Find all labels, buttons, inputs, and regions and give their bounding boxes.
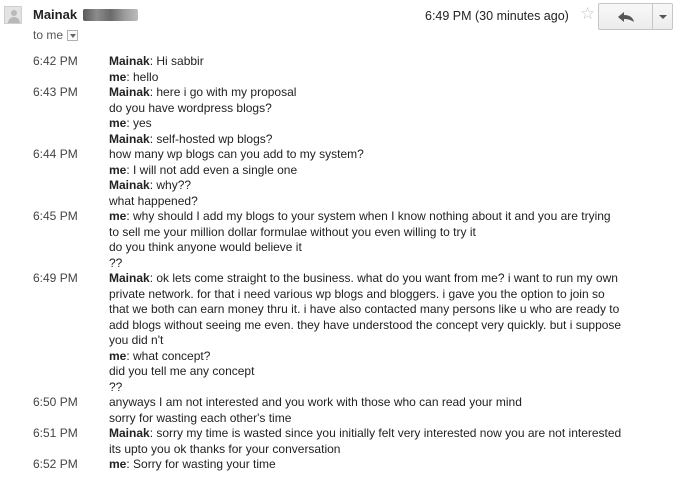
speaker-name: me [109, 348, 127, 363]
message-lines: me: Sorry for wasting your time [109, 457, 669, 473]
message-timestamp: 6:49 PM (30 minutes ago) [425, 9, 569, 23]
message-header: Mainak to me 6:49 PM (30 minutes ago) ☆ [0, 0, 678, 50]
line-text: to sell me your million dollar formulae … [109, 224, 476, 239]
to-label: to me [33, 28, 64, 42]
line-text: what happened? [109, 193, 198, 208]
avatar-body-shape [8, 17, 20, 23]
redacted-surname [83, 9, 138, 21]
line-text: how many wp blogs can you add to my syst… [109, 147, 364, 161]
chat-line: Mainak: ok lets come straight to the bus… [109, 271, 669, 287]
chat-line: add blogs without seeing me even. they h… [109, 318, 669, 334]
line-text: ?? [109, 255, 123, 270]
chevron-down-icon [658, 14, 667, 19]
speaker-name: Mainak [109, 131, 150, 146]
chat-line: did you tell me any concept [109, 364, 669, 380]
message-time: 6:49 PM [33, 271, 78, 285]
speaker-name: Mainak [109, 271, 150, 285]
line-text: : yes [126, 116, 152, 130]
line-text: : I will not add even a single one [126, 162, 298, 177]
message-lines: how many wp blogs can you add to my syst… [109, 147, 669, 209]
line-text: ?? [109, 379, 123, 394]
message-time: 6:52 PM [33, 457, 78, 471]
chat-line: that we both can earn money thru it. i h… [109, 302, 669, 318]
message-time: 6:45 PM [33, 209, 78, 223]
message-time: 6:42 PM [33, 54, 78, 68]
reply-arrow-icon [617, 11, 634, 22]
chat-line: sorry for wasting each other's time [109, 411, 669, 427]
chat-line: me: Sorry for wasting your time [109, 457, 669, 473]
speaker-name: me [109, 209, 127, 223]
line-text: : why should I add my blogs to your syst… [126, 209, 611, 223]
line-text: that we both can earn money thru it. i h… [109, 302, 620, 316]
line-text: private network. for that i need various… [109, 286, 605, 301]
chat-line: anyways I am not interested and you work… [109, 395, 669, 411]
message-lines: Mainak: here i go with my proposal do you… [109, 85, 669, 147]
chat-line: you did n't [109, 333, 669, 349]
message-time: 6:44 PM [33, 147, 78, 161]
chat-line: how many wp blogs can you add to my syst… [109, 147, 669, 163]
line-text: : Hi sabbir [149, 54, 204, 68]
speaker-name: Mainak [109, 85, 150, 99]
speaker-name: me [109, 457, 127, 471]
chat-line: what happened? [109, 194, 669, 210]
chat-line: me: I will not add even a single one [109, 163, 669, 179]
message-time: 6:43 PM [33, 85, 78, 99]
message-lines: me: why should I add my blogs to your sy… [109, 209, 669, 271]
chat-line: do you think anyone would believe it [109, 240, 669, 256]
message-lines: Mainak: Hi sabbir me: hello [109, 54, 669, 85]
chat-line: Mainak: sorry my time is wasted since yo… [109, 426, 669, 442]
chat-line: ?? [109, 256, 669, 272]
speaker-name: me [109, 69, 127, 84]
line-text: : Sorry for wasting your time [126, 457, 276, 471]
message-time: 6:51 PM [33, 426, 78, 440]
message-lines: Mainak: ok lets come straight to the bus… [109, 271, 669, 395]
reply-button[interactable] [599, 4, 653, 29]
line-text: its upto you ok thanks for your conversa… [109, 441, 341, 456]
chat-line: me: hello [109, 70, 669, 86]
speaker-name: Mainak [109, 426, 150, 440]
avatar[interactable] [4, 6, 22, 24]
chat-line: me: what concept? [109, 349, 669, 365]
star-icon[interactable]: ☆ [580, 5, 595, 23]
line-text: do you think anyone would believe it [109, 240, 302, 254]
sender-name[interactable]: Mainak [33, 7, 77, 23]
speaker-name: me [109, 116, 127, 130]
line-text: sorry for wasting each other's time [109, 410, 292, 425]
chat-line: its upto you ok thanks for your conversa… [109, 442, 669, 458]
speaker-name: me [109, 162, 127, 177]
chat-line: me: why should I add my blogs to your sy… [109, 209, 669, 225]
show-details-dropdown[interactable] [67, 29, 79, 41]
chat-line: Mainak: Hi sabbir [109, 54, 669, 70]
line-text: : hello [126, 69, 159, 84]
more-actions-button[interactable] [653, 4, 672, 29]
message-lines: anyways I am not interested and you work… [109, 395, 669, 426]
line-text: : why?? [149, 178, 192, 192]
line-text: do you have wordpress blogs? [109, 100, 272, 115]
chat-line: me: yes [109, 116, 669, 132]
chat-line: Mainak: here i go with my proposal [109, 85, 669, 101]
line-text: anyways I am not interested and you work… [109, 395, 522, 409]
chat-line: Mainak: self-hosted wp blogs? [109, 132, 669, 148]
recipient-line: to me [33, 27, 79, 43]
chat-line: private network. for that i need various… [109, 287, 669, 303]
line-text: you did n't [109, 333, 164, 347]
chat-line: do you have wordpress blogs? [109, 101, 669, 117]
avatar-head-shape [11, 10, 17, 16]
line-text: : sorry my time is wasted since you init… [149, 426, 622, 440]
line-text: did you tell me any concept [109, 364, 255, 378]
message-lines: Mainak: sorry my time is wasted since yo… [109, 426, 669, 457]
line-text: add blogs without seeing me even. they h… [109, 317, 622, 332]
message-time: 6:50 PM [33, 395, 78, 409]
chat-line: ?? [109, 380, 669, 396]
speaker-name: Mainak [109, 178, 150, 192]
speaker-name: Mainak [109, 54, 150, 68]
chat-line: to sell me your million dollar formulae … [109, 225, 669, 241]
chat-line: Mainak: why?? [109, 178, 669, 194]
line-text: : self-hosted wp blogs? [149, 131, 273, 146]
line-text: : what concept? [126, 348, 211, 363]
reply-button-group [598, 3, 673, 30]
line-text: : ok lets come straight to the business.… [149, 271, 618, 285]
line-text: : here i go with my proposal [149, 85, 297, 99]
